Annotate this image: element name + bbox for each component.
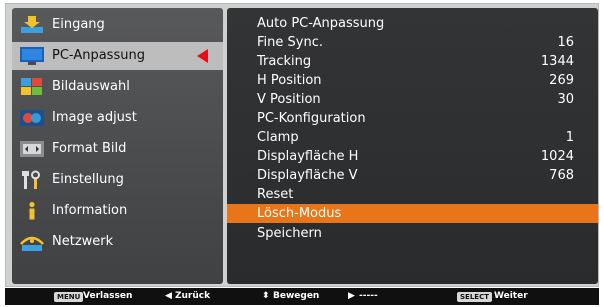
image-adjust-icon [19, 108, 45, 128]
sidebar-item-label: Netzwerk [52, 234, 114, 249]
menu-button-badge: MENU [54, 292, 84, 302]
select-hint: Weiter [494, 291, 528, 301]
back-hint: Zurück [175, 291, 211, 301]
sidebar-item-label: Eingang [52, 17, 105, 32]
sidebar-item-einstellung[interactable]: Einstellung [12, 166, 223, 194]
row-label: Displayfläche H [257, 149, 359, 164]
pc-monitor-icon [19, 46, 45, 66]
sidebar-item-label: Information [52, 203, 128, 218]
row-displayflaeche-h[interactable]: Displayfläche H 1024 [227, 147, 598, 166]
sidebar-item-label: Einstellung [52, 172, 124, 187]
row-label: Clamp [257, 130, 299, 145]
sidebar-item-eingang[interactable]: Eingang [12, 11, 223, 39]
sidebar-item-format-bild[interactable]: Format Bild [12, 135, 223, 163]
row-label: Speichern [257, 226, 322, 241]
arrow-left-icon: ◀ [165, 291, 172, 301]
screen-format-icon [19, 139, 45, 159]
row-tracking[interactable]: Tracking 1344 [227, 52, 598, 71]
info-icon [19, 201, 45, 221]
sidebar-item-image-adjust[interactable]: Image adjust [12, 104, 223, 132]
row-auto-pc-anpassung[interactable]: Auto PC-Anpassung [227, 14, 598, 33]
image-select-icon [19, 77, 45, 97]
sidebar-item-label: PC-Anpassung [52, 48, 145, 63]
sidebar: Eingang PC-Anpassung Bildauswahl Image a… [12, 8, 223, 284]
arrow-up-down-icon: ⬍ [262, 291, 270, 301]
sidebar-item-bildauswahl[interactable]: Bildauswahl [12, 73, 223, 101]
row-value: 30 [557, 92, 574, 107]
row-value: 1344 [540, 54, 574, 69]
settings-tools-icon [19, 170, 45, 190]
row-h-position[interactable]: H Position 269 [227, 71, 598, 90]
row-label: Lösch-Modus [257, 206, 342, 221]
row-loesch-modus[interactable]: Lösch-Modus [227, 204, 598, 223]
row-clamp[interactable]: Clamp 1 [227, 128, 598, 147]
row-value: 1 [565, 130, 574, 145]
selection-arrow-icon [197, 49, 208, 63]
arrow-right-icon: ▶ [348, 291, 355, 301]
row-value: 1024 [540, 149, 574, 164]
row-value: 16 [557, 35, 574, 50]
row-value: 269 [549, 73, 574, 88]
input-arrow-icon [19, 15, 45, 35]
row-label: Displayfläche V [257, 168, 358, 183]
sidebar-item-netzwerk[interactable]: Netzwerk [12, 228, 223, 256]
sidebar-item-information[interactable]: Information [12, 197, 223, 225]
row-fine-sync[interactable]: Fine Sync. 16 [227, 33, 598, 52]
row-label: Reset [257, 187, 294, 202]
select-button-badge: SELECT [457, 292, 492, 302]
network-icon [19, 232, 45, 252]
row-pc-konfiguration[interactable]: PC-Konfiguration [227, 109, 598, 128]
move-hint: Bewegen [273, 291, 320, 301]
row-v-position[interactable]: V Position 30 [227, 90, 598, 109]
row-value: 768 [549, 168, 574, 183]
sidebar-item-label: Bildauswahl [52, 79, 130, 94]
menu-window: Eingang PC-Anpassung Bildauswahl Image a… [5, 3, 599, 287]
row-label: Fine Sync. [257, 35, 323, 50]
settings-panel: Auto PC-Anpassung Fine Sync. 16 Tracking… [227, 8, 598, 284]
menu-exit-hint: Verlassen [83, 291, 133, 301]
row-label: H Position [257, 73, 322, 88]
sidebar-item-label: Format Bild [52, 141, 127, 156]
row-label: Tracking [257, 54, 312, 69]
row-speichern[interactable]: Speichern [227, 224, 598, 243]
sidebar-item-pc-anpassung[interactable]: PC-Anpassung [12, 42, 223, 70]
row-reset[interactable]: Reset [227, 185, 598, 204]
next-hint: ----- [359, 291, 378, 301]
row-displayflaeche-v[interactable]: Displayfläche V 768 [227, 166, 598, 185]
sidebar-item-label: Image adjust [52, 110, 137, 125]
help-bar: MENU Verlassen ◀ Zurück ⬍ Bewegen ▶ ----… [5, 288, 599, 305]
row-label: PC-Konfiguration [257, 111, 366, 126]
row-label: V Position [257, 92, 321, 107]
row-label: Auto PC-Anpassung [257, 16, 385, 31]
